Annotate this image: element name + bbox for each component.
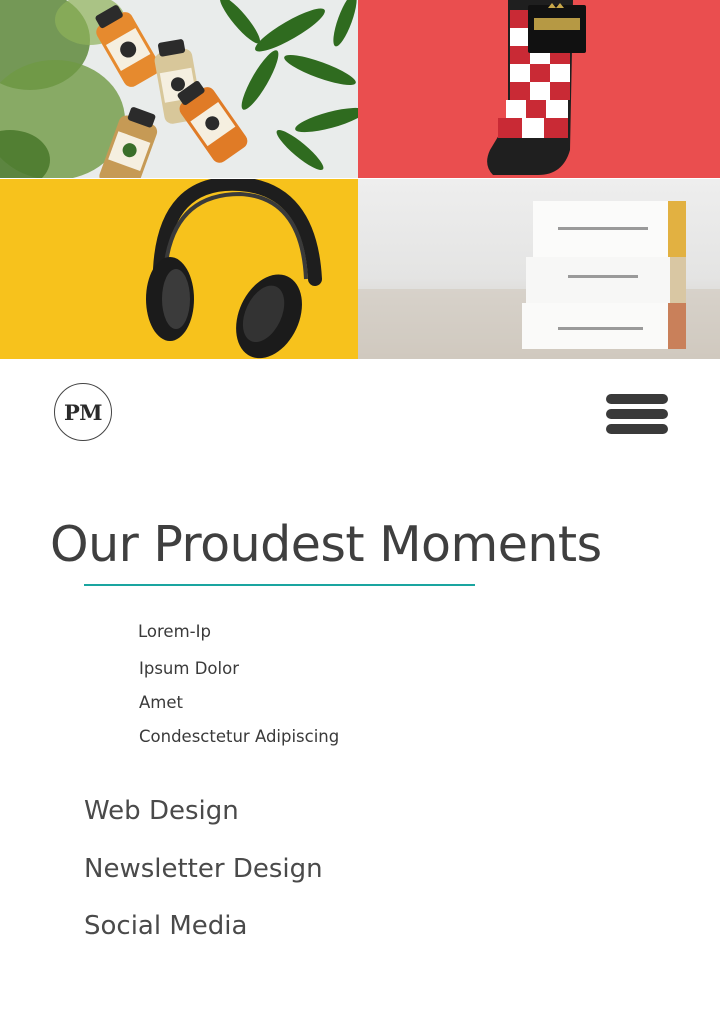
soap-bars-photo[interactable] xyxy=(358,179,720,359)
section-title: Our Proudest Moments xyxy=(50,516,602,573)
menu-bar xyxy=(606,394,668,404)
sub-list-item[interactable]: Amet xyxy=(139,693,183,712)
juice-bottles-photo[interactable] xyxy=(0,0,358,178)
sub-list-item[interactable]: Ipsum Dolor xyxy=(139,659,239,678)
logo-text: PM xyxy=(63,399,103,425)
image-gallery xyxy=(0,0,720,359)
sub-list-item[interactable]: Lorem-Ip xyxy=(138,622,211,641)
menu-bar xyxy=(606,409,668,419)
title-underline xyxy=(84,584,475,586)
pm-logo[interactable]: PM xyxy=(54,383,112,441)
service-item-newsletter-design[interactable]: Newsletter Design xyxy=(84,854,323,884)
hamburger-menu-icon[interactable] xyxy=(606,393,668,435)
service-item-social-media[interactable]: Social Media xyxy=(84,911,247,941)
headphones-photo[interactable] xyxy=(0,179,358,359)
sub-list-item[interactable]: Condesctetur Adipiscing xyxy=(139,727,339,746)
service-item-web-design[interactable]: Web Design xyxy=(84,796,239,826)
menu-bar xyxy=(606,424,668,434)
patterned-socks-photo[interactable] xyxy=(358,0,720,178)
page: PM Our Proudest Moments Lorem-Ip Ipsum D… xyxy=(0,0,720,1024)
